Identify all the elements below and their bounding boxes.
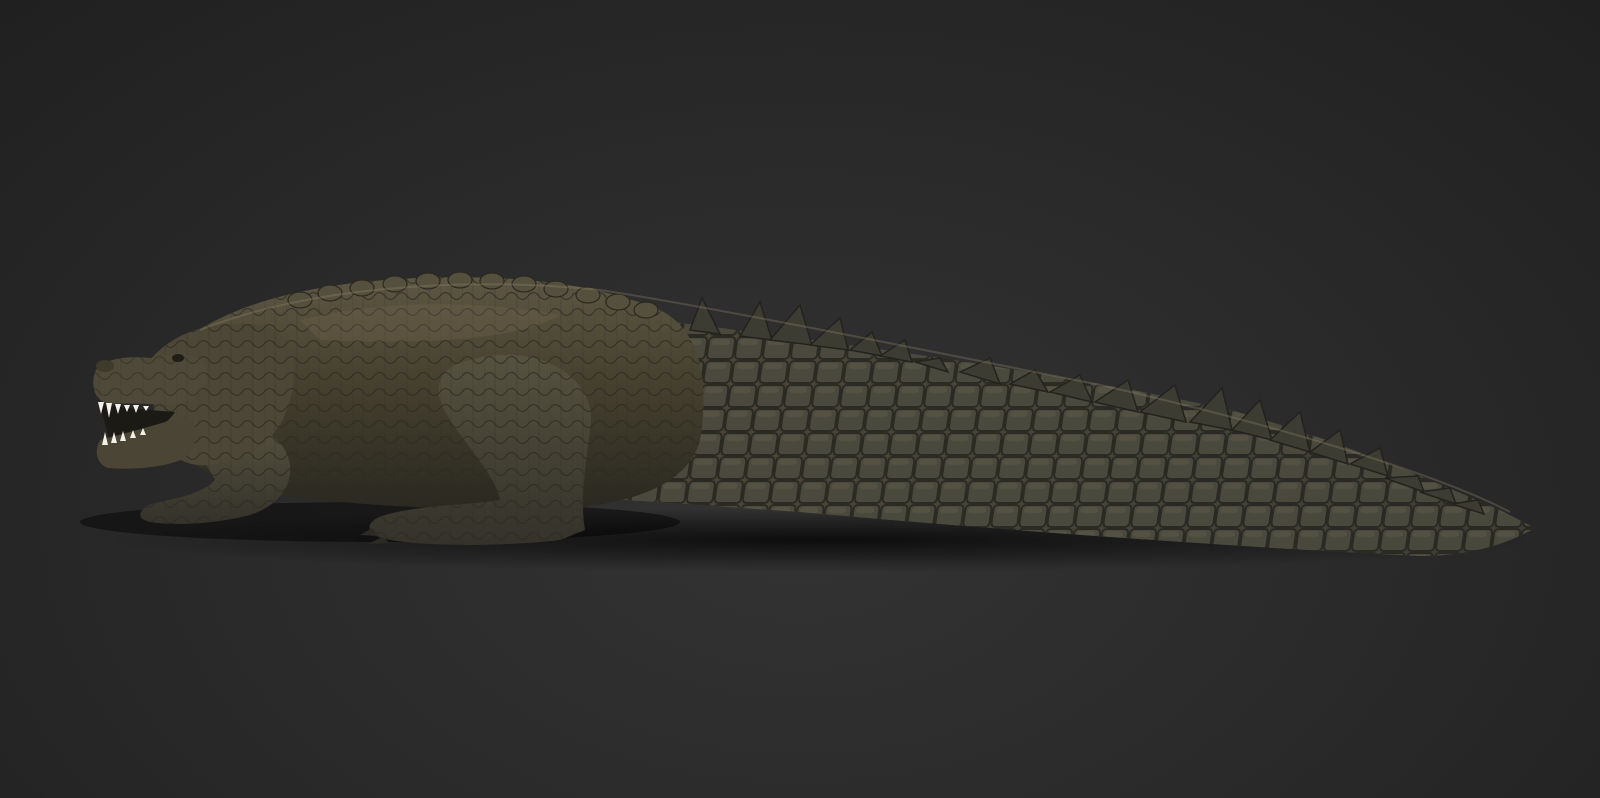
nostril [96, 360, 114, 372]
crocodile-render [80, 271, 1540, 572]
crocodile-eye [172, 354, 184, 362]
render-viewport [0, 0, 1600, 798]
